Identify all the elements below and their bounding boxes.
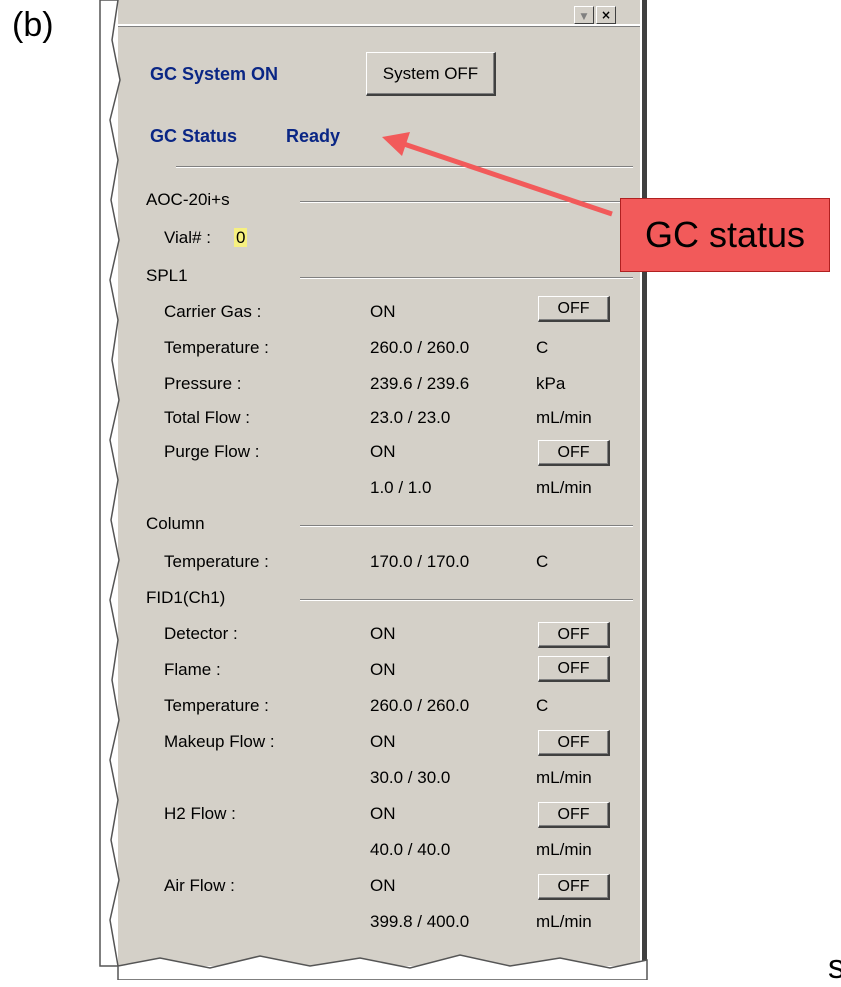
- gc-status-callout: GC status: [620, 198, 830, 272]
- corner-text: s: [828, 948, 841, 986]
- callout-arrow: [382, 132, 613, 217]
